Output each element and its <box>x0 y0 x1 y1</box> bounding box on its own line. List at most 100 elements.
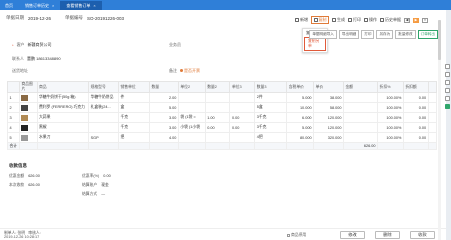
new-label: 新增 <box>300 17 308 22</box>
table-cell <box>229 92 256 103</box>
table-cell: 320.000 <box>313 132 344 143</box>
col-unit3: 单位3 <box>229 81 256 93</box>
invoice-label: 是否开票 <box>184 68 200 73</box>
order-no-value: SO-20191226-003 <box>87 15 125 21</box>
col-extra <box>427 81 438 93</box>
toolbar: 新增 复制 生成 打印 操作 历史单据 ◀ ▶ × <box>295 16 428 24</box>
table-cell: 0.00 <box>229 112 256 123</box>
account-label: 结算账户 <box>82 183 98 187</box>
edit-button[interactable]: 修改 <box>340 231 365 239</box>
table-row[interactable]: 5 水果刀 SGP 把 4.00 4把 80.000 320.000 100.00% 0.00 <box>7 132 438 143</box>
rail-info-icon[interactable] <box>445 88 450 93</box>
total-cell <box>402 142 429 150</box>
prev-button[interactable]: ◀ <box>404 17 410 23</box>
order-transfer-button[interactable]: 订单转出 <box>417 30 438 39</box>
table-cell: 3千克 <box>254 122 288 133</box>
col-qty3: 数量3 <box>254 81 288 93</box>
order-header: 单据日期 2019-12-26 单据编号 SO-20191226-003 <box>6 15 124 21</box>
order-lines-table: 商品图片 商品 规格型号 销售单位 数量 单位2 数量2 单位3 数量3 含税单… <box>7 81 438 150</box>
col-price: 单价 <box>313 81 344 93</box>
rail-clock-icon[interactable] <box>445 80 450 85</box>
table-cell: 0.00 <box>402 92 429 103</box>
close-icon[interactable]: × <box>52 3 54 8</box>
export-detail-button[interactable]: 导出明细 <box>338 30 360 39</box>
copy-icon <box>313 18 318 22</box>
table-cell: 100.00% <box>377 102 404 113</box>
table-cell: 2件 <box>254 92 288 103</box>
hide-disabled-label: 商品停用 <box>291 233 307 237</box>
table-row[interactable]: 1 华糖牛奶饼干(50g 箱) 华糖牛奶饼品件 2.00 2件 5.000 38.000 10… <box>7 92 438 103</box>
table-cell: 120.000 <box>313 112 344 123</box>
table-row[interactable]: 2 费利罗 (FERRERO) 巧克力 礼盒装(24... 盒 5.00 5盒 10.000… <box>7 102 438 113</box>
tab-sales-order-history[interactable]: 销售订单历史 × <box>19 1 60 10</box>
table-cell: 大蒜果 <box>36 112 90 123</box>
table-cell: 5 <box>7 132 20 143</box>
save-as-button[interactable]: 另存为 <box>376 30 394 39</box>
rail-doc-icon[interactable] <box>445 64 450 69</box>
table-cell: 100.00% <box>377 112 404 123</box>
next-button[interactable]: ▶ <box>413 17 419 23</box>
tab-view-sales-order[interactable]: 查看销售订单 × <box>60 1 102 10</box>
table-cell: 100.00% <box>377 92 404 103</box>
table-cell: 2 <box>7 102 20 113</box>
copy-button[interactable]: 复制 <box>311 16 329 24</box>
table-cell: 4 <box>7 122 20 133</box>
scrollbar-thumb[interactable] <box>438 20 441 60</box>
address-field[interactable]: 送货地址 <box>12 68 31 74</box>
table-cell <box>342 112 379 123</box>
table-cell: 0.00 <box>229 122 256 133</box>
batch-edit-button[interactable]: 批量修改 <box>395 30 416 39</box>
table-cell: 5盒 <box>254 102 288 113</box>
operate-icon <box>364 18 368 22</box>
table-cell: 3.00 <box>148 112 179 123</box>
remark-label: 备注 <box>169 68 177 73</box>
rail-active-icon[interactable] <box>445 104 450 109</box>
total-cell <box>18 142 38 150</box>
hide-disabled-checkbox[interactable]: 商品停用 <box>287 233 306 238</box>
customer-field[interactable]: * 客户 新疆商贸公司 <box>12 42 52 48</box>
build-button[interactable]: 生成 <box>332 17 345 23</box>
table-cell: 6.000 <box>286 112 315 123</box>
contact-label: 联系人 <box>12 56 24 61</box>
tab-home[interactable]: 首页 <box>0 1 19 10</box>
print-detail-button[interactable]: 打印 <box>361 30 375 39</box>
table-cell <box>204 102 231 113</box>
ops-button[interactable]: 操作 <box>364 17 377 23</box>
maker-info: 制单人: 张明 审核人: 2019-12-26 10:28:17 <box>4 231 41 239</box>
table-cell <box>342 122 379 133</box>
new-button[interactable]: 新增 <box>295 17 308 23</box>
rail-link-icon[interactable] <box>445 72 450 77</box>
scrollbar[interactable] <box>438 20 441 240</box>
menu-item-copy-other[interactable]: 复制另单 <box>304 37 326 51</box>
table-header-row: 商品图片 商品 规格型号 销售单位 数量 单位2 数量2 单位3 数量3 含税单… <box>7 81 438 93</box>
delete-button[interactable]: 删除 <box>375 231 400 239</box>
total-cell <box>286 142 315 150</box>
print-button[interactable]: 打印 <box>348 17 361 23</box>
salesman-field[interactable]: 业务员 <box>169 42 184 48</box>
table-cell: 盒 <box>118 102 150 113</box>
table-cell <box>204 92 231 103</box>
table-cell: 3千克 <box>254 112 288 123</box>
close-icon[interactable]: × <box>93 3 95 8</box>
col-spec: 规格型号 <box>88 81 120 93</box>
product-image-cell <box>18 112 38 123</box>
remark-field[interactable]: 备注 是否开票 <box>169 68 200 74</box>
table-cell: 5.000 <box>286 92 315 103</box>
close-window-button[interactable]: × <box>422 17 428 23</box>
tab-label: 查看销售订单 <box>66 2 91 8</box>
table-row[interactable]: 4 黑椒 千克 3.00 小袋 (1小袋 0.00 0.00 3千克 5.000 120.000 1… <box>7 122 438 133</box>
customer-label: 客户 <box>16 42 25 47</box>
table-cell <box>427 112 438 123</box>
table-cell: 0.00 <box>402 112 429 123</box>
history-button[interactable]: 历史单据 <box>380 17 401 23</box>
rail-gear-icon[interactable] <box>445 96 450 101</box>
import-detail-button[interactable]: 单据明细导入 <box>309 30 337 39</box>
table-row[interactable]: 3 大蒜果 千克 3.00 袋 (1袋 = 1.00 0.00 3千克 6.000 120.000… <box>7 112 438 123</box>
contact-field[interactable]: 联系人 董鹏 18613348890 <box>12 56 61 62</box>
collect-button[interactable]: 收款 <box>410 231 435 239</box>
copy-label: 复制 <box>318 17 327 22</box>
history-icon <box>380 18 384 22</box>
product-thumbnail <box>21 114 29 121</box>
table-cell <box>427 122 438 133</box>
invoice-toggle[interactable]: 是否开票 <box>180 68 200 74</box>
